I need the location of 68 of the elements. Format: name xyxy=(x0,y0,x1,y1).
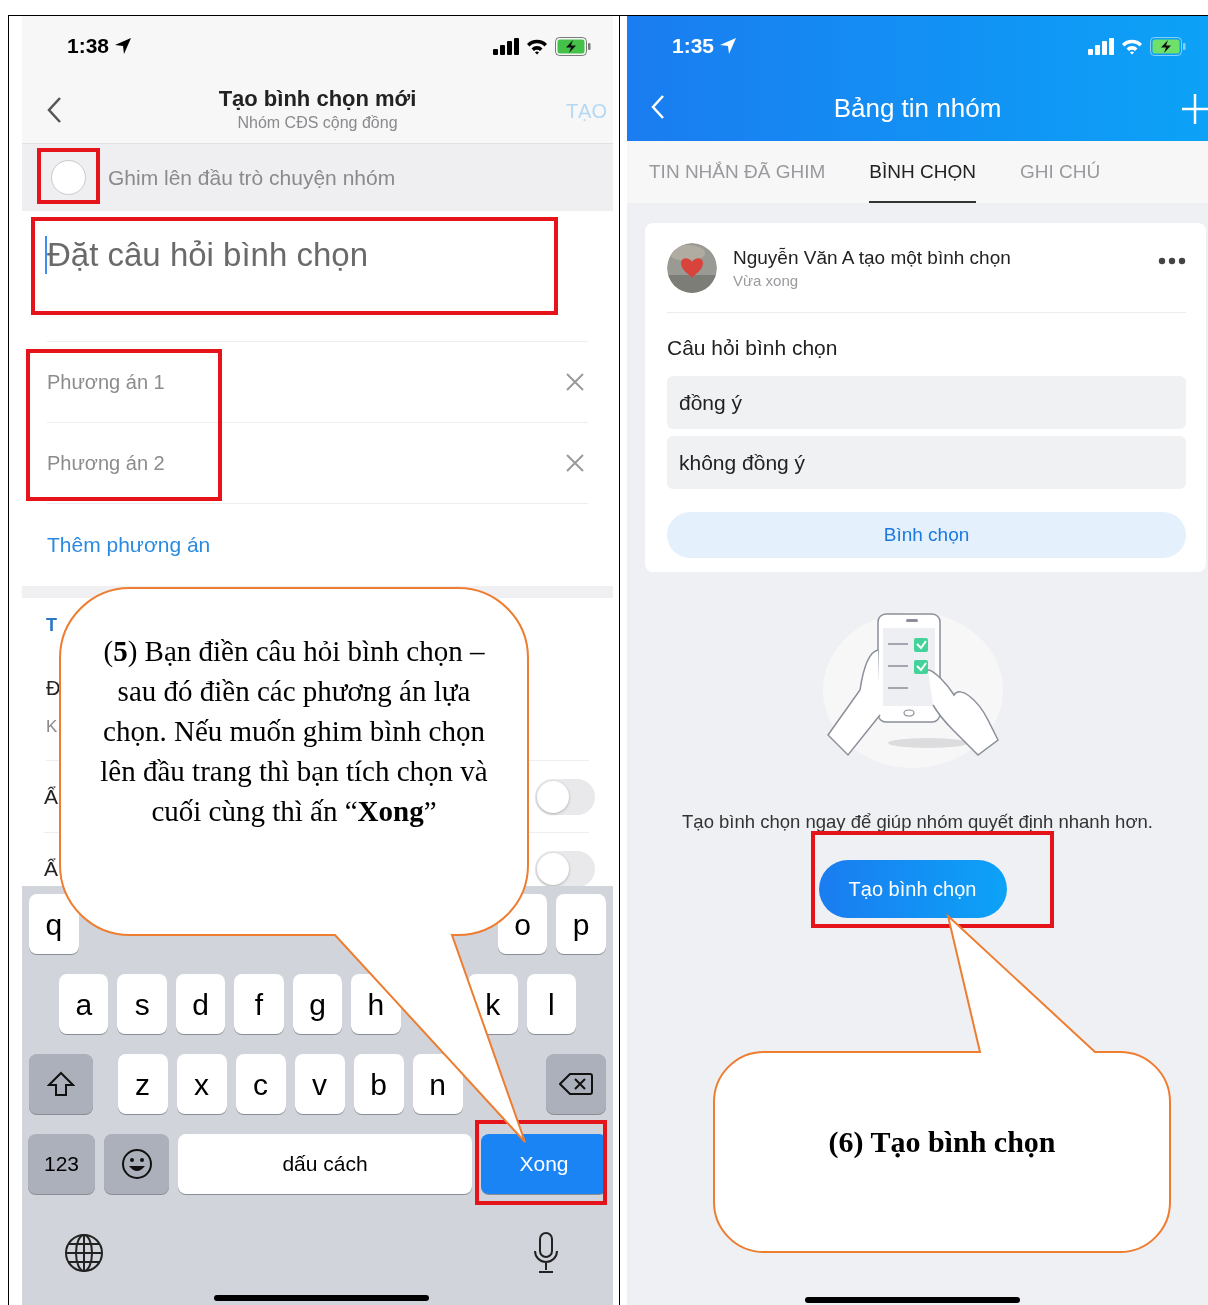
screen-title: Tạo bình chọn mới xyxy=(218,85,417,112)
back-chevron-icon xyxy=(651,94,665,120)
microphone-icon[interactable] xyxy=(533,1232,559,1274)
callout-text: (6) Tạo bình chọn xyxy=(827,1124,1057,1160)
battery-icon xyxy=(1150,36,1186,56)
keyboard-key[interactable]: c xyxy=(235,1054,286,1114)
shift-arrow-icon xyxy=(47,1071,75,1097)
poll-time: Vừa xong xyxy=(733,270,800,291)
callout-text: (5) Bạn điền câu hỏi bình chọn – sau đó điền các phương án lựa chọn. Nếu muốn ghim bình chọn lên đầu trang thì bạn tích chọn và cuối cùng thì ấn “Xong” xyxy=(99,634,489,829)
setting-label: Đ xyxy=(46,675,61,700)
back-chevron-icon xyxy=(46,96,62,124)
more-icon[interactable] xyxy=(1158,256,1186,265)
radio-button[interactable] xyxy=(51,160,86,195)
keyboard-key[interactable]: q xyxy=(29,894,79,954)
option-field[interactable]: Phương án 1 xyxy=(47,367,447,397)
numbers-key[interactable]: 123 xyxy=(28,1134,95,1194)
screen-title: Bảng tin nhóm xyxy=(833,92,1002,125)
emoji-key[interactable] xyxy=(104,1134,169,1194)
close-icon[interactable] xyxy=(566,454,584,472)
poll-question: Câu hỏi bình chọn xyxy=(667,335,839,361)
keyboard-key[interactable]: a xyxy=(59,974,109,1034)
location-arrow-icon xyxy=(719,37,738,55)
keyboard-key[interactable]: g xyxy=(292,974,343,1034)
setting-label: Ẩ xyxy=(44,783,58,810)
question-field[interactable]: Đặt câu hỏi bình chọn xyxy=(47,233,547,277)
screen-subtitle: Nhóm CĐS cộng đồng xyxy=(237,113,398,133)
keyboard-key[interactable]: b xyxy=(353,1054,404,1114)
text-cursor xyxy=(45,236,47,274)
smiley-icon xyxy=(120,1148,153,1180)
poll-author-line: Nguyễn Văn A tạo một bình chọn xyxy=(733,245,1012,270)
tab[interactable]: BÌNH CHỌN xyxy=(869,141,976,203)
plus-icon[interactable] xyxy=(1182,94,1208,124)
battery-icon xyxy=(555,36,591,56)
keyboard-key[interactable]: v xyxy=(294,1054,345,1114)
keyboard-key[interactable]: z xyxy=(117,1054,168,1114)
globe-icon[interactable] xyxy=(64,1233,104,1273)
wifi-icon xyxy=(1121,37,1143,55)
setting-hint: K xyxy=(46,715,58,738)
poll-option[interactable]: không đồng ý xyxy=(667,436,1186,489)
close-icon[interactable] xyxy=(566,373,584,391)
location-arrow-icon xyxy=(114,37,133,55)
highlight-frame xyxy=(37,148,100,204)
space-key[interactable]: dấu cách xyxy=(178,1134,472,1194)
toggle-switch[interactable] xyxy=(535,850,595,886)
signal-icon xyxy=(1088,37,1114,55)
keyboard-key[interactable]: l xyxy=(526,974,576,1034)
backspace-key[interactable] xyxy=(546,1054,606,1114)
signal-icon xyxy=(493,37,519,55)
keyboard-key[interactable]: f xyxy=(234,974,284,1034)
wifi-icon xyxy=(526,37,548,55)
backspace-icon xyxy=(559,1072,593,1096)
status-time: 1:38 xyxy=(67,33,110,60)
status-time: 1:35 xyxy=(672,33,715,60)
option-field[interactable]: Phương án 2 xyxy=(47,448,447,478)
keyboard-key[interactable]: x xyxy=(176,1054,227,1114)
poll-option[interactable]: đồng ý xyxy=(667,376,1186,429)
shift-key[interactable] xyxy=(29,1054,93,1114)
setting-label: Ẩ xyxy=(44,855,58,882)
empty-state-message: Tạo bình chọn ngay để giúp nhóm quyết định nhanh hơn. xyxy=(681,810,1154,834)
keyboard-key[interactable]: n xyxy=(412,1054,463,1114)
vote-button[interactable]: Bình chọn xyxy=(667,512,1186,558)
add-option-link[interactable]: Thêm phương án xyxy=(47,529,211,561)
pin-label: Ghim lên đầu trò chuyện nhóm xyxy=(108,164,396,191)
keyboard-key[interactable]: p xyxy=(556,894,606,954)
keyboard-key[interactable]: d xyxy=(175,974,226,1034)
toggle-switch[interactable] xyxy=(535,778,595,815)
keyboard-key[interactable]: s xyxy=(117,974,167,1034)
section-heading: T xyxy=(46,614,57,637)
